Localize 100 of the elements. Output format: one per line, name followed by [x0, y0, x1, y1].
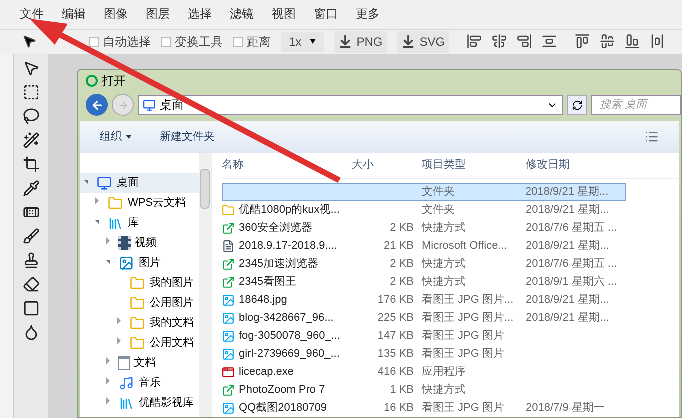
collapsed-arrow-icon[interactable] — [117, 336, 121, 345]
tree-item[interactable]: 库 — [80, 213, 211, 233]
column-title[interactable]: 大小 — [352, 157, 414, 174]
tree-label: 桌面 — [117, 176, 139, 191]
file-row[interactable]: fog-3050078_960_... 147 KB 看图王 JPG 图片 — [222, 327, 626, 345]
file-row[interactable]: 360安全浏览器 2 KB 快捷方式 2018/7/6 星期五 ... — [222, 219, 626, 237]
wand-tool-icon[interactable] — [22, 132, 40, 149]
tree-item[interactable]: 公用文档 — [80, 333, 211, 353]
collapsed-arrow-icon[interactable] — [117, 316, 121, 325]
align-middle-icon[interactable] — [600, 34, 616, 50]
collapsed-arrow-icon[interactable] — [106, 236, 110, 245]
menu-item[interactable]: 更多 — [356, 5, 380, 24]
export-button[interactable]: PNG — [334, 30, 387, 53]
file-date: 2018/9/21 星期... — [526, 204, 610, 216]
lasso-tool-icon[interactable] — [22, 108, 40, 125]
search-field[interactable]: 搜索 桌面 — [591, 95, 681, 115]
brush-tool-icon[interactable] — [22, 228, 40, 245]
organize-button[interactable]: 组织 — [100, 128, 132, 146]
tree-item[interactable]: 音乐 — [80, 373, 211, 393]
checkbox[interactable] — [89, 36, 99, 47]
menu-item[interactable]: 滤镜 — [230, 5, 254, 24]
stamp-tool-icon[interactable] — [22, 252, 40, 269]
tree-label: 我的文档 — [150, 316, 194, 331]
file-row[interactable]: 文件夹 2018/9/21 星期... — [222, 183, 626, 201]
expanded-arrow-icon[interactable] — [84, 180, 88, 184]
export-button[interactable]: SVG — [396, 30, 450, 53]
file-row[interactable]: blog-3428667_96... 225 KB 看图王 JPG 图片... 2018/9/21 星期... — [222, 309, 626, 327]
file-row[interactable]: 2018.9.17-2018.9.... 21 KB Microsoft Office... 2018/9/21 星期... — [222, 237, 626, 255]
music-note-icon — [118, 374, 135, 392]
back-button[interactable] — [86, 94, 108, 116]
align-center-icon[interactable] — [492, 34, 508, 50]
column-title[interactable]: 名称 — [222, 157, 352, 174]
file-size: 2 KB — [390, 258, 414, 270]
program-icon — [222, 366, 235, 378]
tree-label: 文档 — [134, 356, 156, 371]
file-type: 快捷方式 — [422, 258, 466, 270]
eyedropper-tool-icon[interactable] — [22, 180, 40, 197]
expanded-arrow-icon[interactable] — [95, 220, 99, 224]
tree-item[interactable]: 公用图片 — [80, 293, 211, 313]
folder-icon — [222, 204, 235, 216]
tree-item[interactable]: WPS云文档 — [80, 193, 211, 213]
browser-logo-icon — [86, 75, 98, 87]
image-file-icon — [222, 330, 235, 342]
file-name: girl-2739669_960_... — [239, 346, 340, 362]
file-row[interactable]: 2345看图王 2 KB 快捷方式 2018/9/1 星期六 ... — [222, 273, 626, 291]
file-row[interactable]: 18648.jpg 176 KB 看图王 JPG 图片... 2018/9/21 星期... — [222, 291, 626, 309]
folder-icon — [129, 334, 146, 352]
collapsed-arrow-icon[interactable] — [106, 356, 110, 365]
file-name: QQ截图20180709 — [239, 400, 328, 416]
address-bar[interactable]: 桌面 — [138, 95, 563, 115]
file-size: 2 KB — [390, 276, 414, 288]
expanded-arrow-icon[interactable] — [106, 260, 110, 264]
menu-item[interactable]: 文件 — [20, 5, 44, 24]
menu-item[interactable]: 编辑 — [62, 5, 86, 24]
tree-item[interactable]: 文档 — [80, 353, 211, 373]
scale-select[interactable]: 1x — [281, 32, 324, 52]
checkbox[interactable] — [161, 36, 171, 47]
marquee-tool-icon[interactable] — [22, 84, 40, 101]
folder-icon — [129, 274, 146, 292]
file-row[interactable]: licecap.exe 416 KB 应用程序 — [222, 363, 626, 381]
checkbox-label: 距离 — [247, 34, 271, 51]
file-type: 文件夹 — [422, 204, 455, 216]
file-row[interactable]: girl-2739669_960_... 135 KB 看图王 JPG 图片 — [222, 345, 626, 363]
file-size: 147 KB — [378, 330, 414, 342]
scrollbar[interactable] — [199, 153, 211, 417]
align-right-icon[interactable] — [517, 34, 532, 50]
file-row[interactable]: 优酷1080p的kux视... 文件夹 2018/9/21 星期... — [222, 201, 626, 219]
menu-item[interactable]: 窗口 — [314, 5, 338, 24]
file-row[interactable]: QQ截图20180709 16 KB 看图王 JPG 图片 2018/7/9 星期一 — [222, 399, 626, 417]
move-tool-icon[interactable] — [22, 34, 37, 50]
tree-item[interactable]: 我的文档 — [80, 313, 211, 333]
checkbox[interactable] — [233, 36, 243, 47]
menu-item[interactable]: 图像 — [104, 5, 128, 24]
tree-item[interactable]: 图片 — [80, 253, 211, 273]
eraser-tool-icon[interactable] — [22, 276, 40, 293]
view-icon[interactable] — [645, 130, 659, 144]
dialog-title: 打开 — [102, 73, 126, 90]
tree-item[interactable]: 我的图片 — [80, 273, 211, 293]
file-row[interactable]: 2345加速浏览器 2 KB 快捷方式 2018/7/6 星期五 ... — [222, 255, 626, 273]
file-name: PhotoZoom Pro 7 — [239, 382, 326, 398]
tree-item[interactable]: 视频 — [80, 233, 211, 253]
menu-item[interactable]: 图层 — [146, 5, 170, 24]
collapsed-arrow-icon[interactable] — [106, 376, 110, 385]
move-tool-icon[interactable] — [22, 60, 40, 77]
align-top-icon[interactable] — [575, 34, 590, 50]
distribute-horizontal-icon[interactable] — [650, 34, 666, 50]
distribute-icon[interactable] — [542, 34, 558, 50]
align-bottom-icon[interactable] — [625, 34, 640, 50]
collapsed-arrow-icon[interactable] — [95, 196, 99, 205]
menu-item[interactable]: 视图 — [272, 5, 296, 24]
collapsed-arrow-icon[interactable] — [106, 396, 110, 405]
menu-item[interactable]: 选择 — [188, 5, 212, 24]
column-title[interactable]: 修改日期 — [526, 157, 626, 174]
new-folder-button[interactable]: 新建文件夹 — [160, 128, 215, 146]
file-row[interactable]: PhotoZoom Pro 7 1 KB 快捷方式 — [222, 381, 626, 399]
refresh-button[interactable] — [567, 95, 587, 115]
crop-tool-icon[interactable] — [22, 156, 40, 173]
align-left-icon[interactable] — [467, 34, 482, 50]
column-title[interactable]: 项目类型 — [414, 157, 526, 174]
tree-item[interactable]: 优酷影视库 — [80, 393, 211, 413]
